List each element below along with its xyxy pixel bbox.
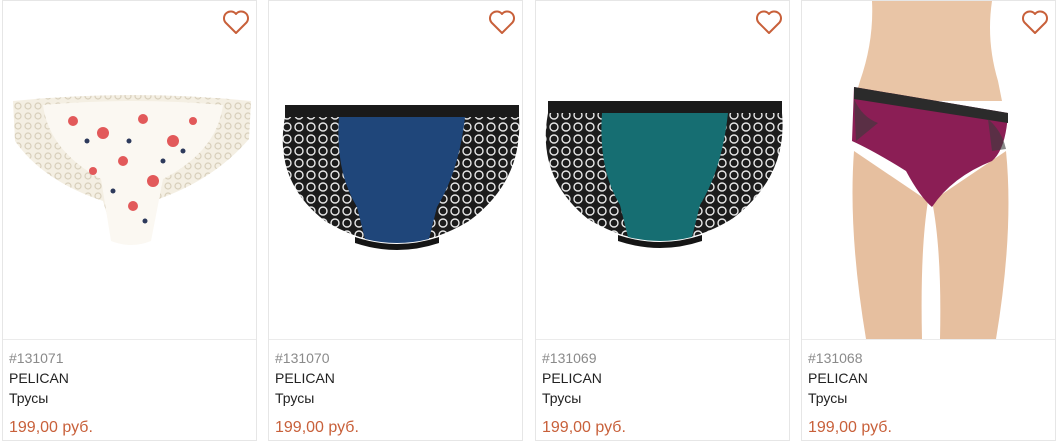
divider — [802, 339, 1055, 340]
product-card[interactable]: #131068 PELICAN Трусы 199,00 руб. — [801, 0, 1056, 441]
product-name[interactable]: Трусы — [275, 388, 516, 409]
product-price: 199,00 руб. — [9, 419, 93, 436]
product-info: #131070 PELICAN Трусы 199,00 руб. — [275, 348, 516, 439]
product-name[interactable]: Трусы — [542, 388, 783, 409]
product-card[interactable]: #131071 PELICAN Трусы 199,00 руб. — [2, 0, 257, 441]
product-price: 199,00 руб. — [808, 419, 892, 436]
product-sku: #131069 — [542, 350, 597, 366]
divider — [3, 339, 256, 340]
product-name[interactable]: Трусы — [9, 388, 250, 409]
heart-outline-icon[interactable] — [222, 9, 250, 35]
product-sku: #131071 — [9, 350, 64, 366]
product-brand[interactable]: PELICAN — [808, 368, 1049, 388]
product-grid: #131071 PELICAN Трусы 199,00 руб. #13107… — [0, 0, 1059, 443]
divider — [536, 339, 789, 340]
divider — [269, 339, 522, 340]
product-name[interactable]: Трусы — [808, 388, 1049, 409]
heart-outline-icon[interactable] — [755, 9, 783, 35]
product-card[interactable]: #131070 PELICAN Трусы 199,00 руб. — [268, 0, 523, 441]
product-image[interactable] — [536, 1, 789, 339]
product-card[interactable]: #131069 PELICAN Трусы 199,00 руб. — [535, 0, 790, 441]
heart-outline-icon[interactable] — [488, 9, 516, 35]
product-image[interactable] — [269, 1, 522, 339]
product-sku: #131068 — [808, 350, 863, 366]
product-info: #131071 PELICAN Трусы 199,00 руб. — [9, 348, 250, 439]
product-brand[interactable]: PELICAN — [275, 368, 516, 388]
product-brand[interactable]: PELICAN — [9, 368, 250, 388]
product-price: 199,00 руб. — [275, 419, 359, 436]
product-image[interactable] — [3, 1, 256, 339]
product-info: #131069 PELICAN Трусы 199,00 руб. — [542, 348, 783, 439]
product-image[interactable] — [802, 1, 1055, 339]
product-price: 199,00 руб. — [542, 419, 626, 436]
product-info: #131068 PELICAN Трусы 199,00 руб. — [808, 348, 1049, 439]
product-sku: #131070 — [275, 350, 330, 366]
product-brand[interactable]: PELICAN — [542, 368, 783, 388]
heart-outline-icon[interactable] — [1021, 9, 1049, 35]
